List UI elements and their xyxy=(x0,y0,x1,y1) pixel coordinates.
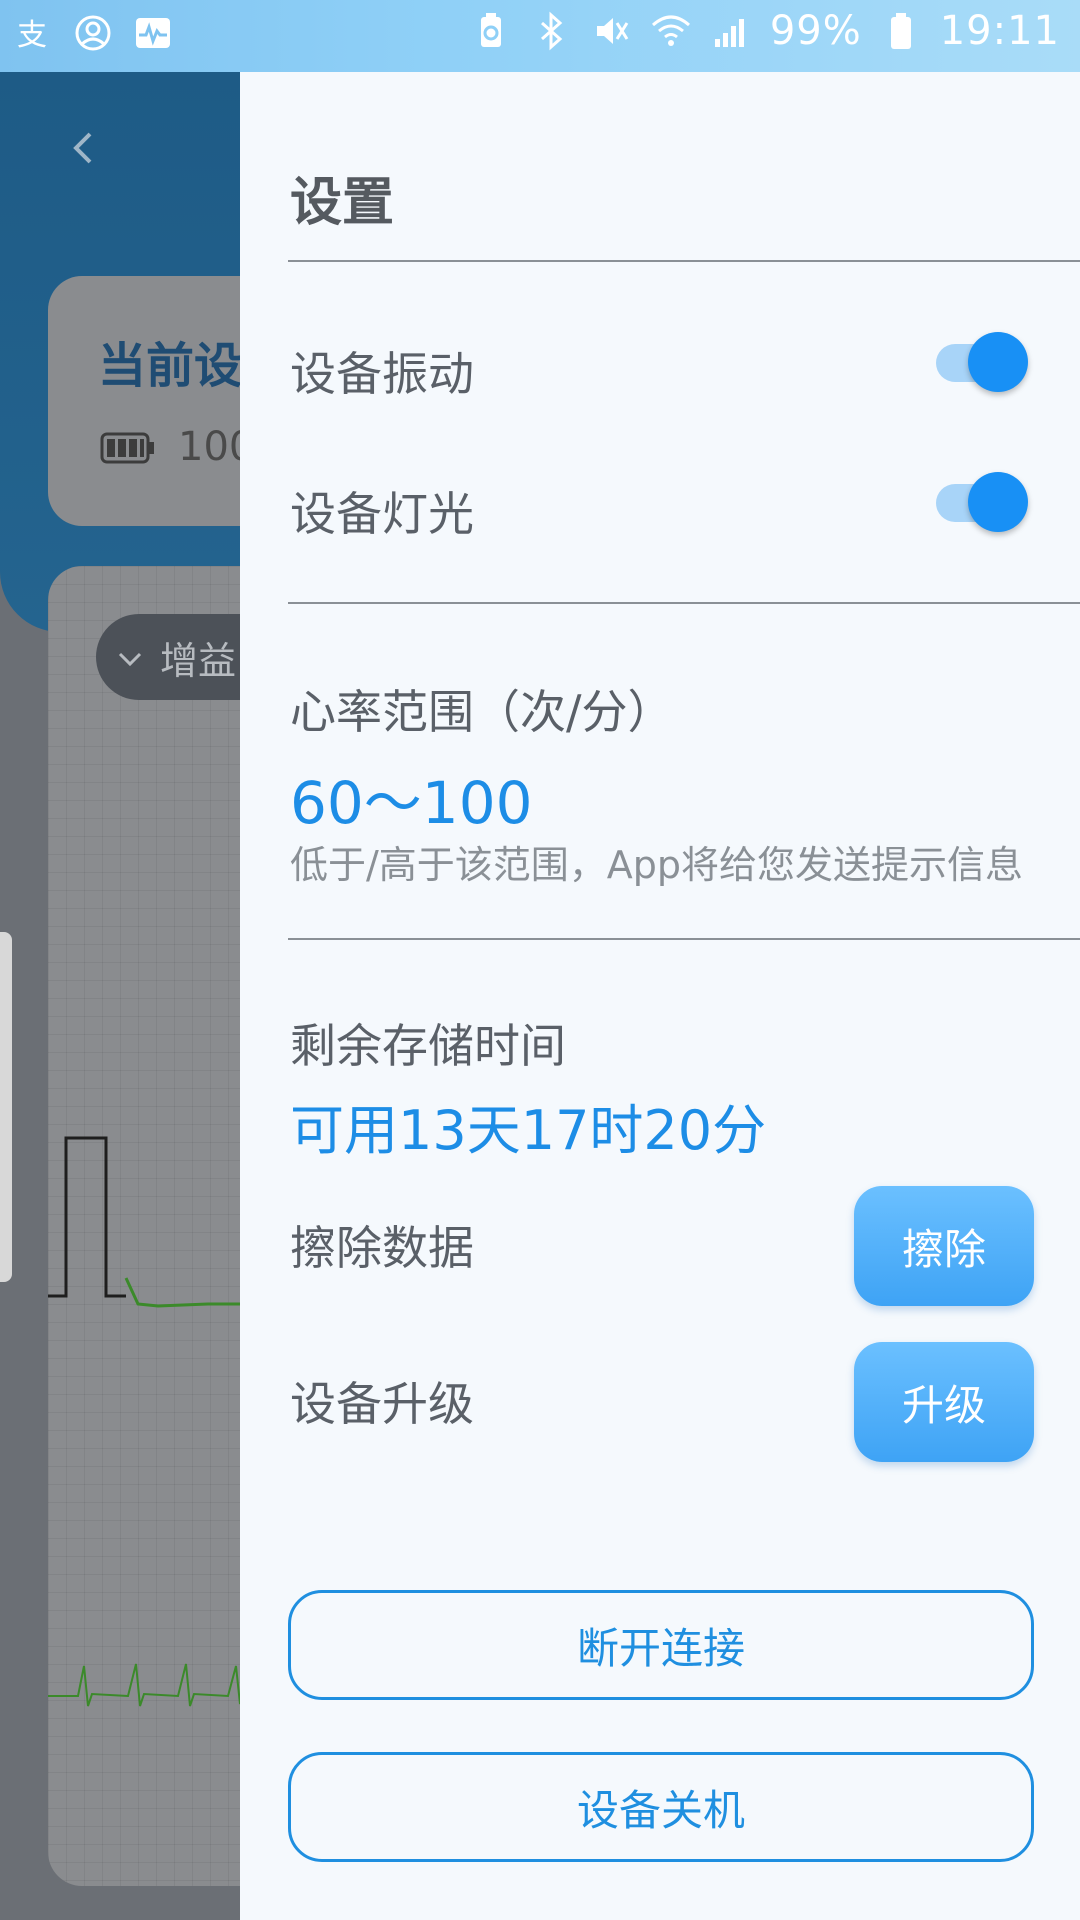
signal-icon xyxy=(710,10,752,52)
edge-scroll-handle[interactable] xyxy=(0,932,12,1282)
heart-rate-hint: 低于/高于该范围，App将给您发送提示信息 xyxy=(290,843,1024,887)
bluetooth-icon xyxy=(530,10,572,52)
upgrade-label: 设备升级 xyxy=(290,1377,474,1431)
settings-drawer: 设置 设备振动 设备灯光 心率范围（次/分） 60～100 低于/高于该范围，A… xyxy=(240,72,1080,1920)
battery-saver-icon xyxy=(470,10,512,52)
shutdown-button[interactable]: 设备关机 xyxy=(288,1752,1034,1862)
divider xyxy=(288,260,1080,262)
storage-label: 剩余存储时间 xyxy=(290,1019,566,1073)
divider xyxy=(288,602,1080,604)
battery-percent: 99% xyxy=(769,8,862,54)
drawer-title: 设置 xyxy=(290,173,395,233)
svg-text:支: 支 xyxy=(17,18,47,53)
erase-label: 擦除数据 xyxy=(290,1221,474,1275)
disconnect-button[interactable]: 断开连接 xyxy=(288,1590,1034,1700)
back-icon[interactable] xyxy=(64,128,104,168)
erase-button[interactable]: 擦除 xyxy=(854,1186,1034,1306)
heart-rate-label: 心率范围（次/分） xyxy=(290,685,674,739)
user-circle-icon xyxy=(72,12,114,54)
battery-icon xyxy=(880,10,922,52)
vibration-label: 设备振动 xyxy=(290,347,474,401)
vibration-toggle[interactable] xyxy=(928,332,1028,392)
device-card-title: 当前设 xyxy=(98,338,243,394)
light-toggle[interactable] xyxy=(928,472,1028,532)
light-label: 设备灯光 xyxy=(290,487,474,541)
divider xyxy=(288,938,1080,940)
alipay-icon: 支 xyxy=(12,12,54,54)
heart-rate-value[interactable]: 60～100 xyxy=(290,756,533,840)
mute-vibrate-icon xyxy=(590,10,632,52)
storage-value: 可用13天17时20分 xyxy=(290,1099,767,1162)
wifi-icon xyxy=(650,10,692,52)
upgrade-button[interactable]: 升级 xyxy=(854,1342,1034,1462)
status-bar: 支 99% 19:11 xyxy=(0,0,1080,72)
pulse-icon xyxy=(132,12,174,54)
clock: 19:11 xyxy=(939,8,1060,54)
battery-level-icon xyxy=(100,430,156,470)
